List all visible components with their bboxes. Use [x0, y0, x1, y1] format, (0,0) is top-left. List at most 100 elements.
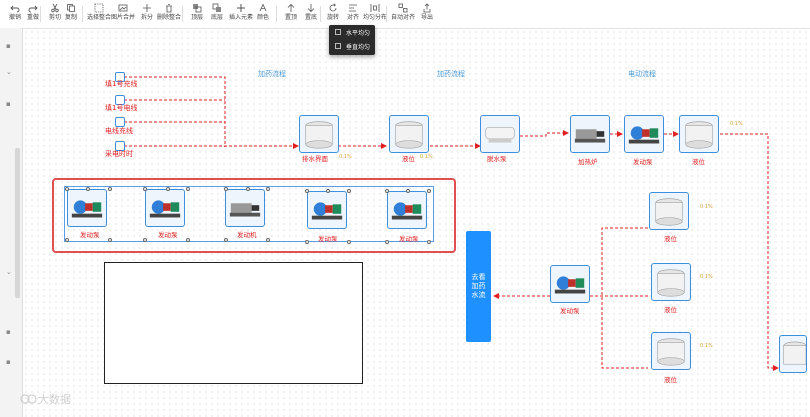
- pump-node[interactable]: [387, 191, 427, 229]
- empty-container[interactable]: [104, 262, 363, 384]
- resize-handle[interactable]: [326, 189, 330, 193]
- sidebar-icon[interactable]: ▪: [6, 328, 11, 336]
- resize-handle[interactable]: [347, 189, 351, 193]
- toolbar-bottom-layer[interactable]: 底层: [204, 3, 230, 25]
- resize-handle[interactable]: [108, 187, 112, 191]
- toolbar-label: 图片合并: [110, 14, 135, 21]
- chevron-down-icon[interactable]: ⌄: [6, 268, 12, 276]
- toolbar-label: 颜色: [256, 14, 269, 21]
- resize-handle[interactable]: [305, 189, 309, 193]
- delete-icon: [166, 4, 172, 13]
- toolbar-copy[interactable]: 复制: [58, 3, 84, 25]
- tank-node[interactable]: [649, 192, 689, 230]
- toolbar-delete-merge[interactable]: 删除整合: [156, 3, 182, 25]
- toolbar-label: 自动对齐: [390, 14, 415, 21]
- pump-node[interactable]: [67, 189, 107, 227]
- watermark-logo: [20, 394, 37, 404]
- pump-node[interactable]: [550, 265, 590, 303]
- resize-handle[interactable]: [427, 189, 431, 193]
- node-label: 发动机: [237, 231, 257, 239]
- resize-handle[interactable]: [143, 187, 147, 191]
- copy-icon: [67, 4, 75, 12]
- resize-handle[interactable]: [305, 240, 309, 244]
- value-tag: 0.1%: [700, 274, 713, 280]
- heater-node[interactable]: [570, 115, 610, 153]
- send-back-icon: [212, 3, 221, 12]
- resize-handle[interactable]: [166, 187, 170, 191]
- split-icon: [143, 4, 151, 12]
- toolbar-color[interactable]: 颜色: [250, 3, 276, 25]
- toolbar-label: 均匀分布: [362, 14, 387, 21]
- resize-handle[interactable]: [385, 189, 389, 193]
- toolbar-divider: [182, 6, 183, 22]
- resize-handle[interactable]: [385, 240, 389, 244]
- resize-handle[interactable]: [65, 238, 69, 242]
- resize-handle[interactable]: [186, 238, 190, 242]
- tank-node[interactable]: [651, 332, 691, 370]
- node-label: 加热炉: [578, 158, 598, 166]
- dropdown-item-label: 垂直均匀: [346, 43, 371, 51]
- dropdown-item-horizontal[interactable]: 水平均匀: [329, 25, 375, 39]
- resize-handle[interactable]: [143, 238, 147, 242]
- chevron-down-icon[interactable]: ⌄: [6, 68, 12, 76]
- left-sidebar: ▪ ⌄ ▪ ⌄ ▪ ▪: [0, 28, 23, 417]
- toolbar-export[interactable]: 导出: [414, 3, 440, 25]
- node-label: 发动泵: [158, 231, 178, 239]
- tank-icon: [305, 121, 333, 149]
- resize-handle[interactable]: [224, 187, 228, 191]
- toolbar-image-merge[interactable]: 图片合并: [110, 3, 136, 25]
- motor-pump-icon: [71, 200, 103, 218]
- toolbar-label: 选择整合: [86, 14, 111, 21]
- value-tag: 0.1%: [700, 204, 713, 210]
- dropdown-item-label: 水平均匀: [346, 29, 371, 37]
- arrow-up-icon: [287, 3, 295, 12]
- toolbar-divider: [82, 6, 83, 22]
- pump-node[interactable]: [480, 115, 520, 153]
- input-label: 采电时时: [105, 150, 133, 158]
- scrollbar-thumb[interactable]: [15, 148, 20, 298]
- pump-node[interactable]: [307, 191, 347, 229]
- insert-icon: [237, 4, 245, 12]
- tank-node[interactable]: [779, 335, 807, 373]
- sidebar-icon[interactable]: ▪: [6, 42, 11, 50]
- node-label: 脱水泵: [487, 155, 507, 163]
- toolbar-divider: [276, 6, 277, 22]
- toolbar-label: 旋转: [326, 14, 339, 21]
- resize-handle[interactable]: [266, 187, 270, 191]
- sidebar-icon[interactable]: ▪: [6, 358, 11, 366]
- toolbar-distribute[interactable]: 均匀分布: [362, 3, 388, 25]
- resize-handle[interactable]: [246, 187, 250, 191]
- toolbar-label: 置底: [304, 14, 317, 21]
- tank-node[interactable]: [299, 115, 339, 153]
- resize-handle[interactable]: [186, 187, 190, 191]
- resize-handle[interactable]: [347, 240, 351, 244]
- resize-handle[interactable]: [406, 189, 410, 193]
- toolbar-select-merge[interactable]: 选择整合: [86, 3, 112, 25]
- resize-handle[interactable]: [427, 240, 431, 244]
- resize-handle[interactable]: [108, 238, 112, 242]
- tank-node[interactable]: [679, 115, 719, 153]
- resize-handle[interactable]: [266, 238, 270, 242]
- resize-handle[interactable]: [224, 238, 228, 242]
- toolbar-label: 顶层: [190, 14, 203, 21]
- node-label: 发动泵: [318, 235, 338, 243]
- node-label: 排水界面: [302, 155, 328, 163]
- engine-node[interactable]: [225, 189, 265, 227]
- toolbar: 撤销 重做 剪切 复制 选择整合 图片合并 拆分 删除整合 顶层 底层 插入元素: [0, 0, 810, 29]
- tank-node[interactable]: [389, 115, 429, 153]
- watermark: 大数据: [20, 391, 71, 407]
- bring-front-icon: [193, 4, 202, 13]
- toolbar-auto-align[interactable]: 自动对齐: [390, 3, 416, 25]
- pump-node[interactable]: [624, 115, 664, 153]
- tank-node[interactable]: [651, 263, 691, 301]
- node-label: 发动泵: [633, 158, 653, 166]
- resize-handle[interactable]: [65, 187, 69, 191]
- blue-panel[interactable]: 去看加药水流: [466, 231, 491, 342]
- rotate-icon: [329, 3, 337, 12]
- toolbar-label: 复制: [64, 14, 77, 21]
- resize-handle[interactable]: [86, 187, 90, 191]
- value-tag: 0.1%: [420, 154, 433, 160]
- pump-node[interactable]: [145, 189, 185, 227]
- sidebar-icon[interactable]: ▪: [6, 100, 11, 108]
- dropdown-item-vertical[interactable]: 垂直均匀: [329, 39, 375, 53]
